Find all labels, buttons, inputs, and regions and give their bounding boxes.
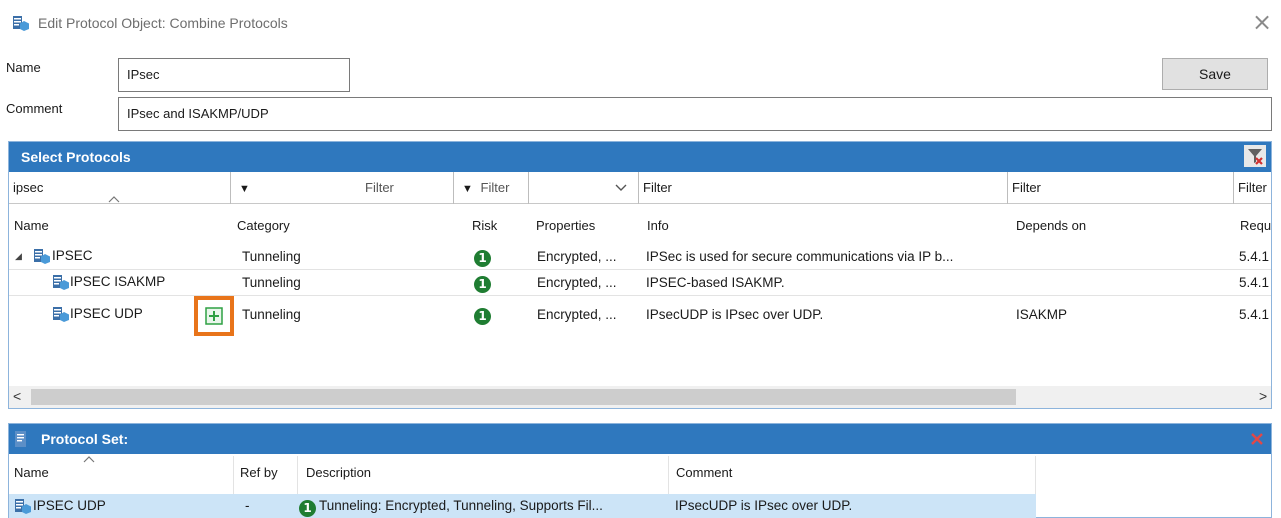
protocol-icon [34,249,50,264]
window-title: Edit Protocol Object: Combine Protocols [38,15,288,31]
remove-icon[interactable] [1250,432,1264,446]
protocol-properties: Encrypted, ... [537,307,617,322]
protocol-info: IPsecUDP is IPsec over UDP. [646,307,824,322]
info-filter-input[interactable]: Filter [639,172,1008,204]
set-table-row[interactable]: IPSEC UDP - 1 Tunneling: Encrypted, Tunn… [9,494,1036,518]
risk-filter-placeholder: Filter [480,180,510,195]
risk-level-icon: 1 [474,305,491,327]
chevron-down-icon [615,184,627,191]
comment-input[interactable]: IPsec and ISAKMP/UDP [118,97,1272,131]
name-input[interactable]: IPsec [118,58,350,92]
set-col-header-description[interactable]: Description [306,463,371,483]
protocol-category: Tunneling [242,275,301,290]
req-filter-input[interactable]: Filter [1234,172,1271,204]
save-button[interactable]: Save [1162,58,1268,90]
risk-filter[interactable]: ▼ Filter [454,172,529,204]
table-row[interactable]: IPSEC ISAKMP Tunneling 1 Encrypted, ... … [9,271,1271,295]
protocol-set-header: Protocol Set: [9,424,1271,454]
table-row[interactable]: ◢ IPSEC Tunneling 1 Encrypted, ... IPSec… [9,245,1271,269]
scrollbar-thumb[interactable] [31,389,1016,405]
set-col-header-name[interactable]: Name [14,463,49,483]
horizontal-scrollbar[interactable]: < > [9,386,1271,408]
protocol-info: IPSec is used for secure communications … [646,249,954,264]
name-label: Name [6,60,41,75]
protocol-req: 5.4.1 [1239,275,1270,290]
protocol-properties: Encrypted, ... [537,249,617,264]
protocol-depends-on: ISAKMP [1016,307,1068,322]
table-row[interactable]: IPSEC UDP Tunneling 1 Encrypted, ... IPs… [9,296,1271,338]
col-header-properties[interactable]: Properties [536,216,595,236]
protocol-category: Tunneling [242,307,301,322]
col-header-risk[interactable]: Risk [472,216,497,236]
sort-ascending-icon [108,196,120,203]
set-protocol-ref-by: - [245,498,250,513]
set-protocol-description: Tunneling: Encrypted, Tunneling, Support… [319,498,603,513]
protocol-req: 5.4.1 [1239,249,1270,264]
set-col-header-comment[interactable]: Comment [676,463,732,483]
protocol-properties: Encrypted, ... [537,275,617,290]
category-filter-arrow: ▼ [239,183,250,195]
risk-level-icon: 1 [474,273,491,295]
protocol-name: IPSEC [52,248,93,263]
close-icon[interactable]: × [1250,10,1274,34]
row-divider [9,269,1271,270]
protocol-info: IPSEC-based ISAKMP. [646,275,785,290]
protocol-icon [53,275,69,290]
set-protocol-comment: IPsecUDP is IPsec over UDP. [675,498,853,513]
col-header-category[interactable]: Category [237,216,290,236]
sort-ascending-icon [83,456,95,463]
protocol-req: 5.4.1 [1239,307,1270,322]
col-header-depends-on[interactable]: Depends on [1016,216,1086,236]
risk-level-icon: 1 [474,247,491,269]
protocol-set-icon [15,431,26,447]
add-icon [205,307,223,325]
category-filter-placeholder: Filter [365,180,394,195]
properties-filter-dropdown[interactable] [529,172,639,204]
set-col-header-ref-by[interactable]: Ref by [240,463,278,483]
depends-filter-input[interactable]: Filter [1008,172,1234,204]
protocol-name: IPSEC UDP [70,306,143,321]
col-header-info[interactable]: Info [647,216,669,236]
category-filter[interactable]: ▼ Filter [231,172,454,204]
protocol-object-icon [13,16,29,31]
protocol-set-title: Protocol Set: [41,431,129,447]
col-header-req[interactable]: Requ [1240,216,1271,236]
select-protocols-title: Select Protocols [21,149,131,165]
clear-filter-icon[interactable] [1244,145,1266,167]
add-to-set-button[interactable] [194,296,234,336]
protocol-category: Tunneling [242,249,301,264]
risk-level-icon: 1 [299,497,316,518]
expand-toggle-icon[interactable]: ◢ [15,245,22,267]
protocol-name: IPSEC ISAKMP [70,274,166,289]
scroll-right-icon[interactable]: > [1259,388,1267,404]
protocol-icon [53,307,69,322]
set-protocol-name: IPSEC UDP [33,498,106,513]
comment-label: Comment [6,101,63,116]
scroll-left-icon[interactable]: < [13,388,21,404]
filter-row: ipsec ▼ Filter ▼ Filter Filter Filter Fi… [9,172,1271,204]
select-protocols-header: Select Protocols [9,142,1271,172]
name-filter-input[interactable]: ipsec [9,172,231,204]
protocol-icon [15,499,31,514]
risk-filter-arrow: ▼ [462,183,473,195]
col-header-name[interactable]: Name [14,216,49,236]
